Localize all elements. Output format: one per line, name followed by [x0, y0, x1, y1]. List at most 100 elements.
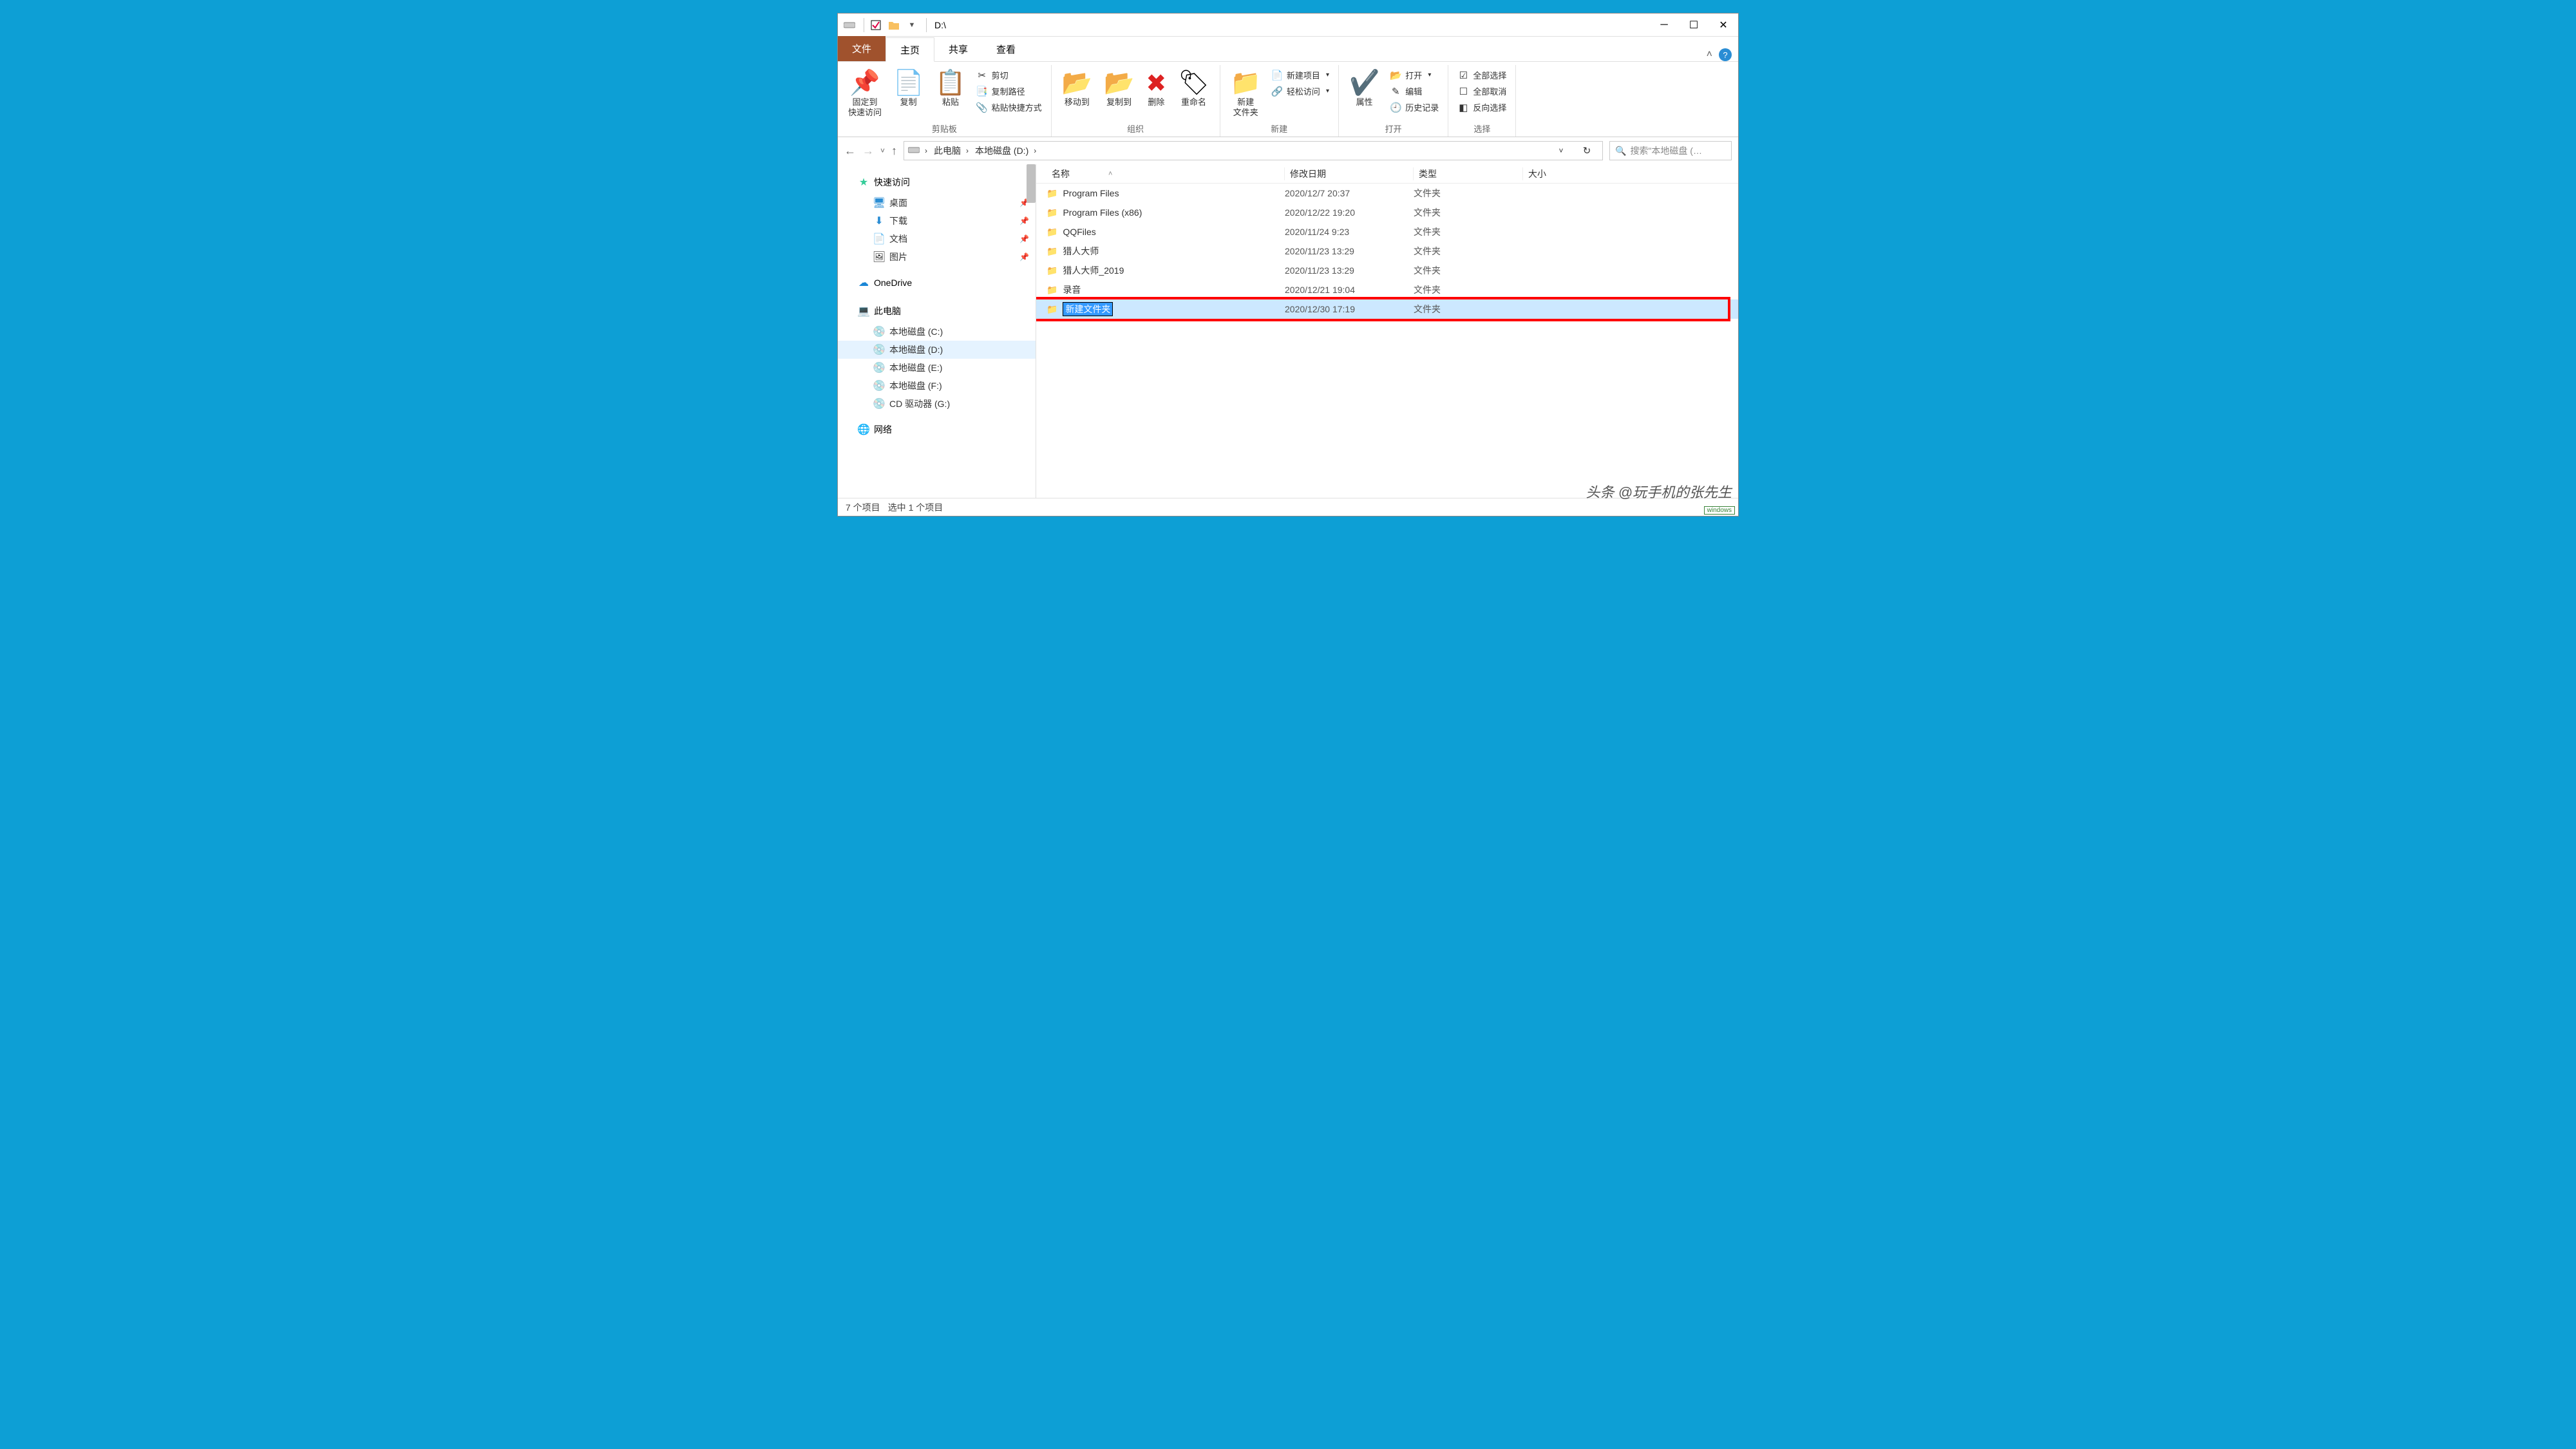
file-row[interactable]: 📁QQFiles2020/11/24 9:23文件夹 [1036, 222, 1738, 242]
checkbox-qat-icon[interactable] [868, 17, 884, 33]
copy-to-button[interactable]: 📂复制到 [1099, 66, 1139, 110]
cut-button[interactable]: ✂剪切 [972, 68, 1046, 82]
nav-pane[interactable]: ★快速访问 🖥桌面📌 ⬇下载📌 📄文档📌 🖼图片📌 ☁OneDrive 💻此电脑… [838, 164, 1036, 498]
chevron-right-icon[interactable]: › [1034, 146, 1036, 155]
new-item-button[interactable]: 📄新建项目▾ [1267, 68, 1333, 82]
status-selected-count: 选中 1 个项目 [888, 501, 943, 514]
address-dropdown-icon[interactable]: ˅ [1549, 141, 1573, 160]
file-date: 2020/12/30 17:19 [1285, 304, 1414, 314]
close-button[interactable]: ✕ [1709, 14, 1738, 37]
maximize-button[interactable]: ☐ [1679, 14, 1709, 37]
copy-button[interactable]: 📄复制 [888, 66, 929, 110]
pin-icon: 📌 [1019, 216, 1029, 225]
file-name: Program Files (x86) [1063, 207, 1142, 218]
invert-selection-button[interactable]: ◧反向选择 [1454, 100, 1510, 115]
minimize-button[interactable]: ─ [1649, 14, 1679, 37]
file-date: 2020/12/21 19:04 [1285, 285, 1414, 295]
file-row[interactable]: 📁录音2020/12/21 19:04文件夹 [1036, 280, 1738, 299]
file-name: QQFiles [1063, 227, 1095, 237]
delete-button[interactable]: ✖删除 [1141, 66, 1171, 110]
file-row[interactable]: 📁猎人大师2020/11/23 13:29文件夹 [1036, 242, 1738, 261]
breadcrumb-drive[interactable]: 本地磁盘 (D:) [975, 144, 1028, 157]
help-icon[interactable]: ? [1719, 48, 1732, 61]
move-to-button[interactable]: 📂移动到 [1057, 66, 1097, 110]
file-row[interactable]: 📁猎人大师_20192020/11/23 13:29文件夹 [1036, 261, 1738, 280]
col-date[interactable]: 修改日期 [1285, 167, 1414, 180]
ribbon-tabs: 文件 主页 共享 查看 ˄ ? [838, 37, 1738, 62]
paste-shortcut-button[interactable]: 📎粘贴快捷方式 [972, 100, 1046, 115]
search-input[interactable]: 🔍 搜索"本地磁盘 (… [1609, 141, 1732, 160]
tab-view[interactable]: 查看 [982, 37, 1030, 61]
breadcrumb-pc[interactable]: 此电脑 [934, 144, 961, 157]
column-headers[interactable]: 名称˄ 修改日期 类型 大小 [1036, 164, 1738, 184]
file-type: 文件夹 [1414, 303, 1523, 316]
address-bar[interactable]: › 此电脑 › 本地磁盘 (D:) › ˅ ↻ [904, 141, 1603, 160]
status-item-count: 7 个项目 [846, 501, 880, 514]
sidebar-drive-e[interactable]: 💿本地磁盘 (E:) [838, 359, 1036, 377]
titlebar: ▼ D:\ ─ ☐ ✕ [838, 14, 1738, 37]
collapse-ribbon-icon[interactable]: ˄ [1707, 49, 1712, 61]
sidebar-drive-c[interactable]: 💿本地磁盘 (C:) [838, 323, 1036, 341]
sidebar-drive-d[interactable]: 💿本地磁盘 (D:) [838, 341, 1036, 359]
explorer-window: ▼ D:\ ─ ☐ ✕ 文件 主页 共享 查看 ˄ ? 📌固定到 快速访问 📄复… [837, 13, 1739, 516]
sidebar-quick-access[interactable]: ★快速访问 [838, 173, 1036, 191]
new-folder-button[interactable]: 📁新建 文件夹 [1226, 66, 1266, 120]
folder-icon: 📁 [1046, 246, 1057, 257]
select-none-button[interactable]: ☐全部取消 [1454, 84, 1510, 99]
ribbon: 📌固定到 快速访问 📄复制 📋粘贴 ✂剪切 📑复制路径 📎粘贴快捷方式 剪贴板 … [838, 62, 1738, 137]
rename-button[interactable]: 🏷重命名 [1173, 66, 1214, 110]
file-type: 文件夹 [1414, 245, 1523, 258]
rename-input[interactable]: 新建文件夹 [1063, 302, 1113, 316]
tab-file[interactable]: 文件 [838, 36, 886, 61]
watermark-badge: windows [1704, 506, 1735, 515]
file-row[interactable]: 📁Program Files (x86)2020/12/22 19:20文件夹 [1036, 203, 1738, 222]
tab-home[interactable]: 主页 [886, 37, 934, 62]
easy-access-button[interactable]: 🔗轻松访问▾ [1267, 84, 1333, 99]
tab-share[interactable]: 共享 [934, 37, 982, 61]
sidebar-drive-f[interactable]: 💿本地磁盘 (F:) [838, 377, 1036, 395]
folder-icon: 📁 [1046, 304, 1057, 315]
sidebar-this-pc[interactable]: 💻此电脑 [838, 302, 1036, 320]
refresh-button[interactable]: ↻ [1575, 141, 1598, 160]
recent-dropdown-icon[interactable]: ˅ [880, 146, 885, 155]
file-list-pane: 名称˄ 修改日期 类型 大小 📁 Program Files 2020/12/7 2… [1036, 164, 1738, 498]
forward-button[interactable]: → [862, 144, 874, 158]
file-date: 2020/11/23 13:29 [1285, 265, 1414, 276]
col-type[interactable]: 类型 [1414, 167, 1523, 180]
col-size[interactable]: 大小 [1523, 167, 1600, 180]
file-date: 2020/12/7 20:37 [1285, 188, 1414, 198]
chevron-right-icon[interactable]: › [966, 146, 969, 155]
file-type: 文件夹 [1414, 283, 1523, 296]
edit-button[interactable]: ✎编辑 [1386, 84, 1443, 99]
sidebar-drive-g[interactable]: 💿CD 驱动器 (G:) [838, 395, 1036, 413]
file-row[interactable]: 📁 Program Files 2020/12/7 20:37文件夹 [1036, 184, 1738, 203]
file-type: 文件夹 [1414, 187, 1523, 200]
folder-icon: 📁 [1046, 188, 1057, 199]
pin-icon: 📌 [1019, 198, 1029, 207]
qat-dropdown-icon[interactable]: ▼ [904, 17, 920, 33]
pin-to-quick-access-button[interactable]: 📌固定到 快速访问 [843, 66, 887, 120]
copy-path-button[interactable]: 📑复制路径 [972, 84, 1046, 99]
properties-button[interactable]: ✔️属性 [1344, 66, 1385, 110]
open-button[interactable]: 📂打开▾ [1386, 68, 1443, 82]
pin-icon: 📌 [1019, 234, 1029, 243]
file-row[interactable]: 📁 新建文件夹 2020/12/30 17:19文件夹 [1036, 299, 1738, 319]
sidebar-item-downloads[interactable]: ⬇下载📌 [838, 212, 1036, 230]
folder-icon: 📁 [1046, 207, 1057, 218]
file-name: Program Files [1063, 188, 1119, 198]
sidebar-onedrive[interactable]: ☁OneDrive [838, 274, 1036, 292]
select-all-button[interactable]: ☑全部选择 [1454, 68, 1510, 82]
col-name[interactable]: 名称 [1052, 167, 1070, 180]
sidebar-item-documents[interactable]: 📄文档📌 [838, 230, 1036, 248]
back-button[interactable]: ← [844, 144, 856, 158]
up-button[interactable]: ↑ [891, 144, 897, 158]
sidebar-item-pictures[interactable]: 🖼图片📌 [838, 248, 1036, 266]
folder-qat-icon[interactable] [886, 17, 902, 33]
chevron-right-icon[interactable]: › [925, 146, 927, 155]
history-button[interactable]: 🕘历史记录 [1386, 100, 1443, 115]
sidebar-item-desktop[interactable]: 🖥桌面📌 [838, 194, 1036, 212]
drive-icon [842, 17, 857, 33]
paste-button[interactable]: 📋粘贴 [930, 66, 971, 110]
sidebar-network[interactable]: 🌐网络 [838, 421, 1036, 439]
folder-icon: 📁 [1046, 227, 1057, 238]
